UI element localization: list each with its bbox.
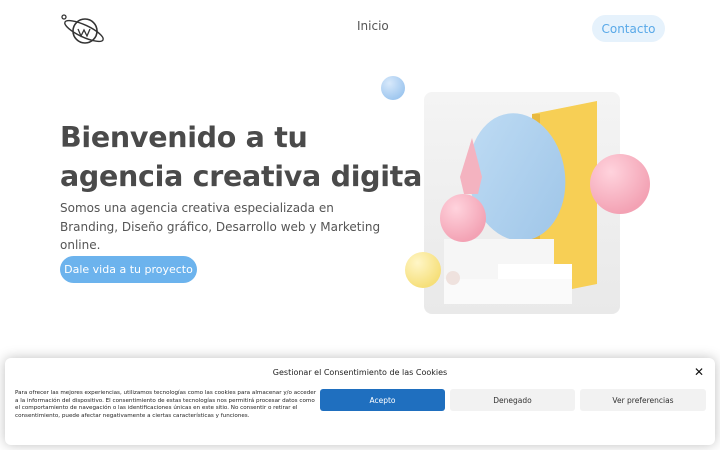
hero-title: Bienvenido a tu agencia creativa digital xyxy=(60,118,432,196)
hero-3d-shapes-image xyxy=(381,76,650,314)
deny-button[interactable]: Denegado xyxy=(450,389,575,411)
hero-title-line2: agencia creativa digital xyxy=(60,160,432,193)
nav-inicio-link[interactable]: Inicio xyxy=(357,19,389,33)
cookie-description: Para ofrecer las mejores experiencias, u… xyxy=(15,390,317,420)
planet-logo-icon[interactable] xyxy=(60,12,108,48)
hero-subtitle: Somos una agencia creativa especializada… xyxy=(60,201,381,252)
cookie-consent-banner: Gestionar el Consentimiento de las Cooki… xyxy=(5,358,715,445)
cookie-title: Gestionar el Consentimiento de las Cooki… xyxy=(272,368,448,377)
preferences-button[interactable]: Ver preferencias xyxy=(580,389,706,411)
hero-title-line1: Bienvenido a tu xyxy=(60,121,308,154)
cta-button[interactable]: Dale vida a tu proyecto xyxy=(60,256,197,283)
close-icon[interactable]: ✕ xyxy=(692,365,706,379)
contact-button[interactable]: Contacto xyxy=(592,15,665,42)
accept-button[interactable]: Acepto xyxy=(320,389,445,411)
